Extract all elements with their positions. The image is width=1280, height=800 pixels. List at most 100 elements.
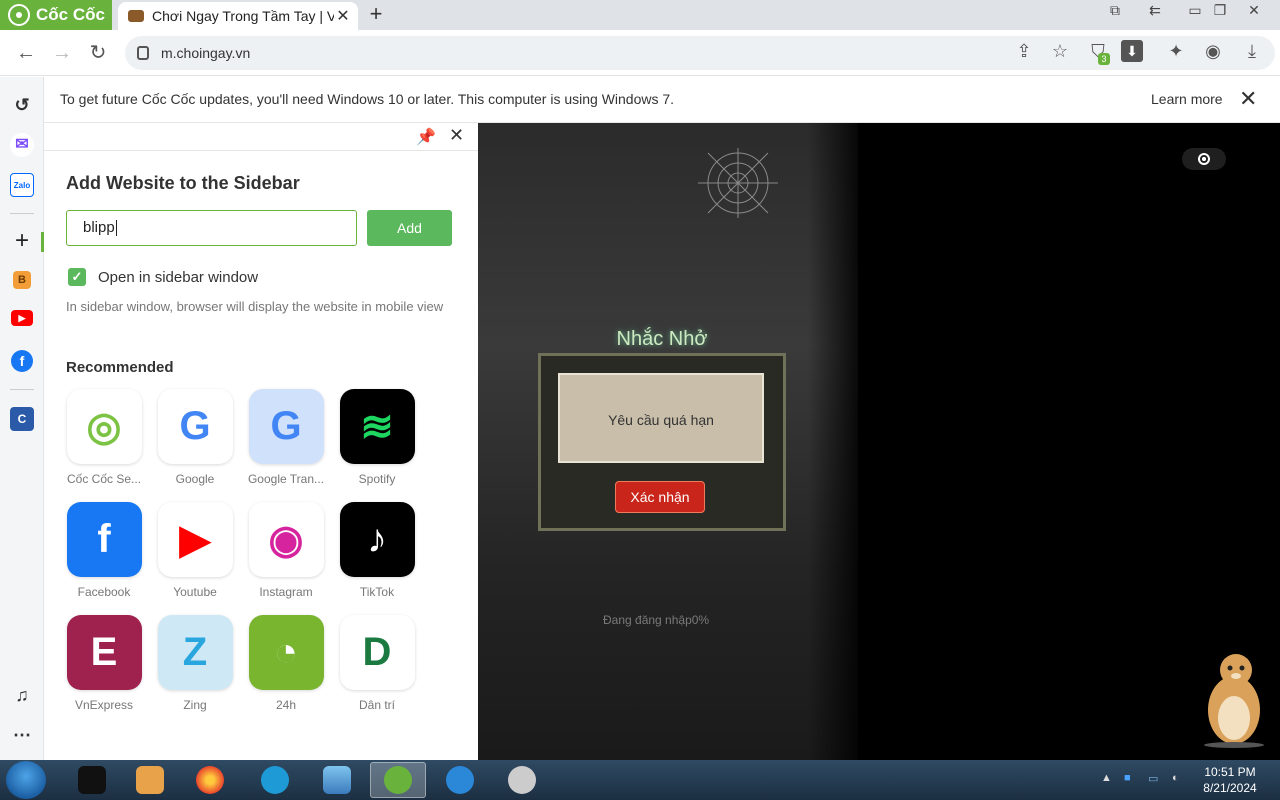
new-tab-button[interactable]: + [364, 3, 388, 27]
facebook-icon[interactable]: f [11, 350, 33, 372]
recommended-tile[interactable]: ◔ 24h [246, 615, 326, 725]
taskbar-app-photos[interactable] [309, 762, 365, 798]
recommended-site-icon: f [66, 502, 142, 577]
more-icon[interactable]: ⋯ [10, 723, 34, 747]
taskbar-clock[interactable]: 10:51 PM 8/21/2024 [1196, 764, 1264, 796]
pin-icon[interactable]: 📌 [416, 127, 436, 147]
recommended-tile[interactable]: ◉ Instagram [246, 502, 326, 612]
bookmark-star-icon[interactable]: ☆ [1049, 40, 1071, 62]
open-in-sidebar-checkbox[interactable]: ✓ [68, 268, 86, 286]
add-site-icon[interactable]: + [10, 229, 34, 253]
taskbar-app-terminal[interactable] [64, 762, 120, 798]
recommended-tile[interactable]: D Dân trí [337, 615, 417, 725]
forward-button[interactable]: → [48, 39, 76, 67]
youtube-icon[interactable]: ▶ [11, 310, 33, 326]
start-button[interactable] [6, 761, 46, 799]
taskbar-app-ie[interactable] [432, 762, 488, 798]
panel-close-button[interactable]: ✕ [449, 125, 464, 146]
recommended-site-label: Facebook [77, 585, 131, 599]
recommended-site-icon: E [66, 615, 142, 690]
taskbar-app-settings[interactable] [494, 762, 550, 798]
site-info-icon[interactable] [137, 46, 149, 60]
coccoc-game-icon[interactable]: C [10, 407, 34, 431]
game-scene: Nhắc Nhở Yêu cầu quá hạn Xác nhận Đang đ… [478, 123, 868, 760]
recommended-site-label: Spotify [358, 472, 396, 486]
media-player-icon [136, 766, 164, 794]
recommended-tile[interactable]: G Google [155, 389, 235, 499]
taskbar-app-browser[interactable] [247, 762, 303, 798]
internet-explorer-icon [446, 766, 474, 794]
messenger-icon[interactable]: ✉ [10, 133, 34, 157]
website-url-input[interactable]: blipp [66, 210, 357, 246]
scene-fade [808, 123, 868, 760]
volume-icon[interactable]: ◐ [1172, 772, 1179, 784]
photos-icon [323, 766, 351, 794]
terminal-icon [78, 766, 106, 794]
extensions-puzzle-icon[interactable]: ✦ [1165, 40, 1187, 62]
recommended-site-label: VnExpress [74, 698, 134, 712]
add-button[interactable]: Add [367, 210, 452, 246]
recommended-tile[interactable]: Z Zing [155, 615, 235, 725]
recommended-tile[interactable]: G Google Tran... [246, 389, 326, 499]
infobar-close-button[interactable]: ✕ [1239, 86, 1257, 112]
coccoc-menu-button[interactable]: Cốc Cốc [0, 0, 112, 30]
recommended-site-icon: ◉ [248, 502, 324, 577]
history-icon[interactable]: ↺ [10, 93, 34, 117]
minimize-button[interactable]: ▭ [1183, 2, 1207, 19]
recommended-tile[interactable]: ♪ TikTok [337, 502, 417, 612]
recommended-site-label: Dân trí [358, 698, 395, 712]
recommended-site-icon: ≋ [339, 389, 415, 464]
share-icon[interactable]: ⇪ [1013, 40, 1035, 62]
recommended-tile[interactable]: ▶ Youtube [155, 502, 235, 612]
recommended-site-label: Cốc Cốc Se... [66, 472, 142, 486]
zalo-icon[interactable]: Zalo [10, 173, 34, 197]
recommended-tile[interactable]: f Facebook [64, 502, 144, 612]
tray-app-icon[interactable]: ■ [1124, 772, 1131, 784]
confirm-button[interactable]: Xác nhận [615, 481, 705, 513]
gear-icon [508, 766, 536, 794]
coccoc-logo-icon [8, 4, 30, 26]
recommended-heading: Recommended [66, 359, 174, 376]
sidebar-rail: ↺ ✉ Zalo + B ▶ f C ♫ ⋯ [0, 77, 44, 760]
learn-more-link[interactable]: Learn more [1151, 91, 1223, 107]
restore-button[interactable]: ❐ [1208, 2, 1232, 19]
bell-icon[interactable]: ♫ [10, 683, 34, 707]
url-text: m.choingay.vn [161, 45, 251, 61]
recommended-site-icon: ▶ [157, 502, 233, 577]
clock-date: 8/21/2024 [1203, 781, 1257, 795]
recommended-tile[interactable]: ≋ Spotify [337, 389, 417, 499]
tab-active[interactable]: Chơi Ngay Trong Tầm Tay | V ✕ [118, 2, 358, 30]
view-toggle-icon[interactable] [1182, 148, 1226, 170]
open-in-sidebar-label[interactable]: Open in sidebar window [98, 269, 258, 286]
network-icon[interactable]: ▭ [1148, 772, 1158, 785]
firefox-icon [196, 766, 224, 794]
reload-button[interactable]: ↻ [84, 39, 112, 67]
panel-title: Add Website to the Sidebar [66, 173, 300, 193]
recommended-site-icon: ◔ [248, 615, 324, 690]
back-button[interactable]: ← [12, 39, 40, 67]
game-viewport: Nhắc Nhở Yêu cầu quá hạn Xác nhận Đang đ… [478, 123, 1280, 760]
download-extension-icon[interactable]: ⬇ [1121, 40, 1143, 62]
blogger-icon[interactable]: B [13, 271, 31, 289]
tab-close-button[interactable]: ✕ [334, 6, 352, 26]
tray-expand-icon[interactable]: ▲ [1101, 772, 1112, 784]
recommended-site-icon: ◎ [66, 389, 142, 464]
taskbar-app-media[interactable] [122, 762, 178, 798]
recommended-site-icon: Z [157, 615, 233, 690]
panel-header: 📌 ✕ [44, 123, 478, 151]
taskbar-app-coccoc[interactable] [370, 762, 426, 798]
recommended-site-icon: G [248, 389, 324, 464]
window-close-button[interactable]: ✕ [1242, 2, 1266, 19]
dialog-title: Nhắc Nhở [616, 328, 708, 350]
recommended-site-label: 24h [275, 698, 297, 712]
screen-capture-icon[interactable]: ⧉ [1103, 2, 1127, 19]
back-arrow-icon[interactable]: ⇇ [1143, 2, 1167, 19]
taskbar-app-firefox[interactable] [182, 762, 238, 798]
profile-icon[interactable]: ◉ [1202, 40, 1224, 62]
globe-icon [261, 766, 289, 794]
recommended-tile[interactable]: E VnExpress [64, 615, 144, 725]
recommended-site-icon: G [157, 389, 233, 464]
downloads-icon[interactable]: ⤓ [1241, 40, 1263, 62]
recommended-tile[interactable]: ◎ Cốc Cốc Se... [64, 389, 144, 499]
coccoc-icon [384, 766, 412, 794]
